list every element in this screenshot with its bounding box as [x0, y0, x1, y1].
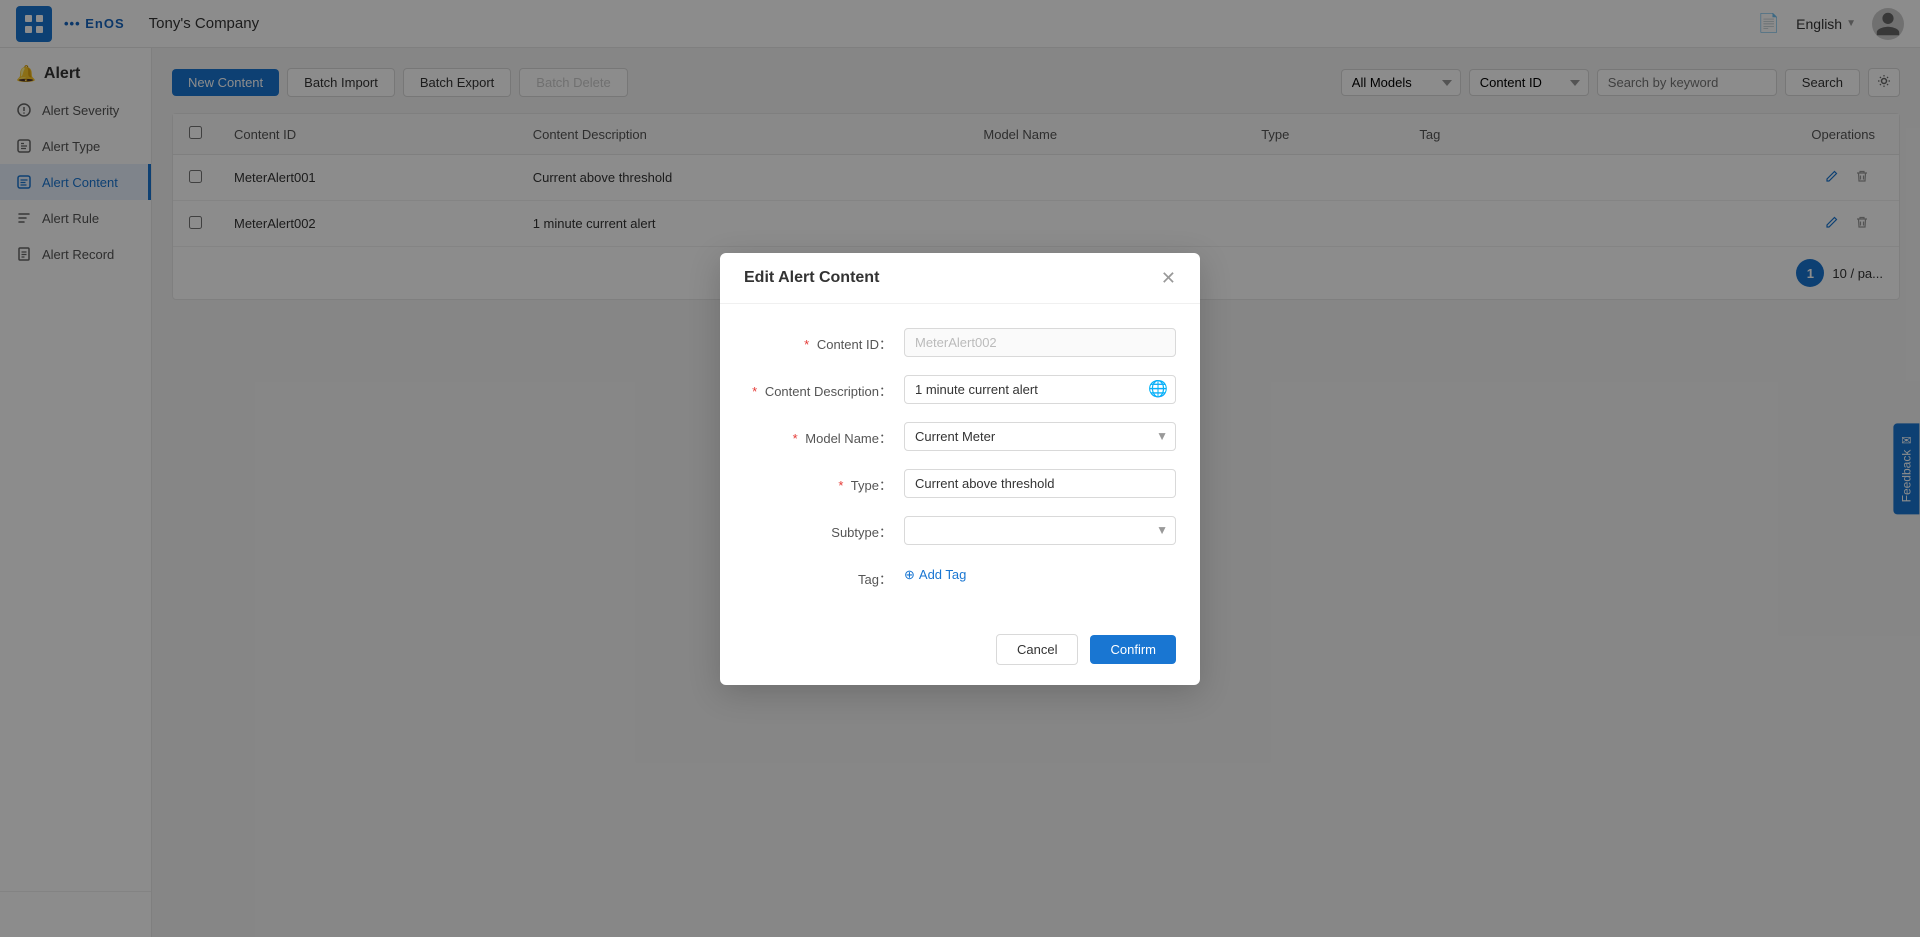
tag-label: Tag： [744, 563, 904, 588]
modal-close-button[interactable]: ✕ [1161, 269, 1176, 287]
type-label: * Type： [744, 469, 904, 494]
translate-icon[interactable]: 🌐 [1148, 379, 1168, 399]
content-id-field [904, 328, 1176, 357]
type-input[interactable] [904, 469, 1176, 498]
tag-field: ⊕ Add Tag [904, 563, 1176, 583]
subtype-select[interactable] [904, 516, 1176, 545]
content-desc-field: 🌐 [904, 375, 1176, 404]
subtype-label: Subtype： [744, 516, 904, 541]
add-tag-button[interactable]: ⊕ Add Tag [904, 567, 966, 583]
content-id-label: * Content ID： [744, 328, 904, 353]
form-row-tag: Tag： ⊕ Add Tag [744, 563, 1176, 588]
content-id-input[interactable] [904, 328, 1176, 357]
form-row-content-desc: * Content Description： 🌐 [744, 375, 1176, 404]
subtype-field: ▼ [904, 516, 1176, 545]
model-name-input[interactable] [904, 422, 1176, 451]
confirm-button[interactable]: Confirm [1090, 635, 1176, 664]
modal-overlay: Edit Alert Content ✕ * Content ID： * Con… [0, 0, 1920, 937]
model-name-label: * Model Name： [744, 422, 904, 447]
modal-header: Edit Alert Content ✕ [720, 253, 1200, 304]
plus-circle-icon: ⊕ [904, 567, 915, 583]
form-row-subtype: Subtype： ▼ [744, 516, 1176, 545]
form-row-type: * Type： [744, 469, 1176, 498]
content-desc-label: * Content Description： [744, 375, 904, 400]
modal-title: Edit Alert Content [744, 269, 879, 287]
edit-alert-content-modal: Edit Alert Content ✕ * Content ID： * Con… [720, 253, 1200, 685]
model-name-field: ▼ [904, 422, 1176, 451]
cancel-button[interactable]: Cancel [996, 634, 1078, 665]
modal-footer: Cancel Confirm [720, 622, 1200, 685]
content-desc-input[interactable] [904, 375, 1176, 404]
form-row-model-name: * Model Name： ▼ [744, 422, 1176, 451]
modal-body: * Content ID： * Content Description： 🌐 [720, 304, 1200, 622]
type-field [904, 469, 1176, 498]
form-row-content-id: * Content ID： [744, 328, 1176, 357]
